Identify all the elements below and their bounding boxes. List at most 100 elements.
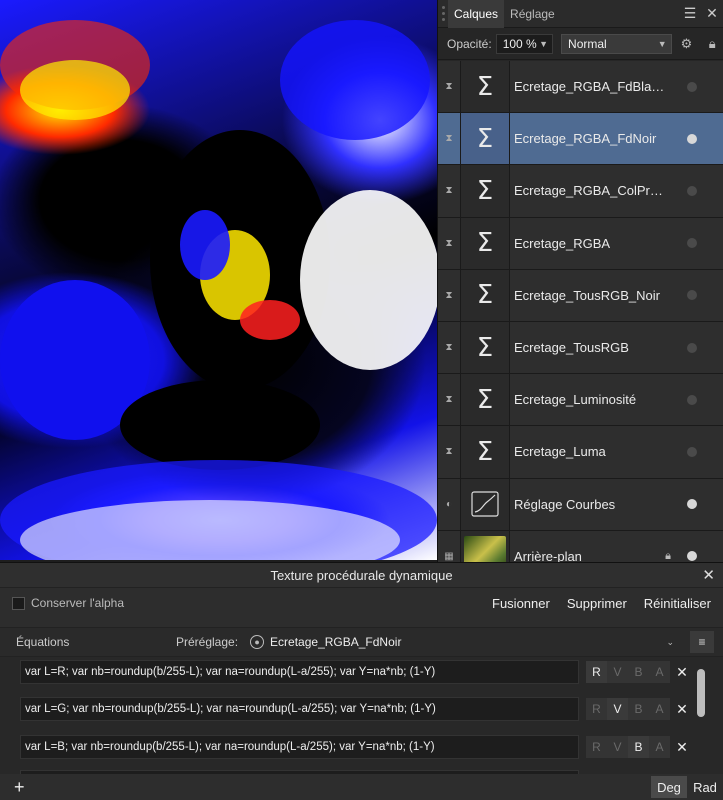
chevron-down-icon: ⌄ bbox=[666, 636, 675, 647]
radians-button[interactable]: Rad bbox=[687, 776, 723, 798]
add-equation-button[interactable]: + bbox=[14, 778, 25, 796]
preset-select[interactable]: ● Ecretage_RGBA_FdNoir ⌄ bbox=[244, 631, 681, 653]
opacity-label: Opacité: bbox=[447, 36, 492, 51]
layer-type-icon[interactable]: ⧗ bbox=[438, 113, 460, 164]
delete-equation-icon[interactable]: ✕ bbox=[672, 739, 692, 756]
layer-type-icon[interactable]: ◐ bbox=[438, 479, 460, 530]
visibility-toggle[interactable] bbox=[687, 81, 697, 92]
layer-row[interactable]: ⧗ Σ Ecretage_RGBA_FdBla… bbox=[438, 61, 723, 114]
delete-equation-icon[interactable]: ✕ bbox=[672, 664, 692, 681]
channel-toggle-a[interactable]: A bbox=[649, 661, 670, 683]
layer-thumbnail: Σ bbox=[460, 217, 510, 269]
curves-icon bbox=[471, 491, 499, 517]
channel-toggle-a[interactable]: A bbox=[649, 698, 670, 720]
layer-type-icon[interactable]: ⧗ bbox=[438, 426, 460, 477]
preserve-alpha-checkbox[interactable] bbox=[12, 596, 25, 610]
layer-row[interactable]: ⧗ Σ Ecretage_Luma bbox=[438, 426, 723, 479]
layer-row[interactable]: ⧗ Σ Ecretage_TousRGB bbox=[438, 321, 723, 375]
visibility-toggle[interactable] bbox=[687, 499, 697, 510]
preset-row: Équations Préréglage: ● Ecretage_RGBA_Fd… bbox=[0, 627, 723, 657]
hamburger-menu-icon[interactable]: ☰ bbox=[679, 0, 701, 28]
channel-toggle-r[interactable]: R bbox=[586, 698, 607, 720]
channel-toggle-v[interactable]: V bbox=[607, 661, 628, 683]
layer-row[interactable]: ⧗ Σ Ecretage_Luminosité bbox=[438, 374, 723, 427]
visibility-toggle[interactable] bbox=[687, 185, 697, 196]
equation-input[interactable]: var L=B; var nb=roundup(b/255-L); var na… bbox=[20, 735, 579, 759]
merge-button[interactable]: Fusionner bbox=[492, 596, 550, 611]
preset-label: Préréglage: bbox=[176, 635, 239, 649]
visibility-toggle[interactable] bbox=[687, 342, 697, 353]
degrees-button[interactable]: Deg bbox=[651, 776, 687, 798]
gear-icon[interactable]: ⚙ bbox=[676, 36, 698, 52]
visibility-toggle[interactable] bbox=[687, 238, 697, 249]
channel-toggle-b[interactable]: B bbox=[628, 736, 649, 758]
procedural-texture-dialog: Texture procédurale dynamique ✕ Conserve… bbox=[0, 562, 723, 800]
channel-toggle-a[interactable]: A bbox=[649, 736, 670, 758]
layer-type-icon[interactable]: ⧗ bbox=[438, 61, 460, 112]
tab-layers[interactable]: Calques bbox=[448, 0, 505, 28]
layer-row[interactable]: ⧗ Σ Ecretage_RGBA_ColPr… bbox=[438, 165, 723, 218]
channel-toggle-r[interactable]: R bbox=[586, 736, 607, 758]
layer-type-icon[interactable]: ⧗ bbox=[438, 270, 460, 321]
layer-type-icon[interactable]: ⧗ bbox=[438, 322, 460, 373]
layer-row[interactable]: ⧗ Σ Ecretage_RGBA_FdNoir bbox=[438, 113, 723, 166]
equation-row: var L=R; var nb=roundup(b/255-L); var na… bbox=[20, 660, 692, 684]
sigma-icon: Σ bbox=[476, 175, 494, 206]
lock-icon[interactable]: 🔒︎ bbox=[665, 550, 671, 562]
layer-row[interactable]: ▦ Arrière-plan 🔒︎ bbox=[438, 530, 723, 562]
layer-type-icon[interactable]: ⧗ bbox=[438, 165, 460, 216]
checkerboard-icon[interactable]: ▦ bbox=[438, 531, 460, 562]
document-canvas[interactable] bbox=[0, 0, 437, 560]
visibility-toggle[interactable] bbox=[687, 394, 697, 405]
layer-name: Ecretage_RGBA_FdNoir bbox=[514, 131, 657, 147]
lock-icon[interactable]: 🔒︎ bbox=[701, 36, 723, 52]
visibility-toggle[interactable] bbox=[687, 133, 697, 144]
channel-toggle-b[interactable]: B bbox=[628, 698, 649, 720]
visibility-toggle[interactable] bbox=[687, 551, 697, 562]
panel-grip-handle[interactable] bbox=[438, 0, 448, 28]
close-icon[interactable]: ✕ bbox=[702, 566, 715, 584]
tab-adjustments[interactable]: Réglage bbox=[504, 0, 561, 28]
layer-name: Ecretage_Luma bbox=[514, 444, 606, 460]
equation-input[interactable]: var L=R; var nb=roundup(b/255-L); var na… bbox=[20, 660, 579, 684]
channel-toggle-b[interactable]: B bbox=[628, 661, 649, 683]
chevron-down-icon[interactable]: ▼ bbox=[539, 39, 548, 49]
visibility-toggle[interactable] bbox=[687, 446, 697, 457]
layer-thumbnail: Σ bbox=[460, 374, 510, 426]
layer-name: Ecretage_RGBA_ColPr… bbox=[514, 183, 663, 199]
sigma-icon: Σ bbox=[476, 332, 494, 363]
user-icon: ● bbox=[250, 635, 265, 649]
layers-scrollbar[interactable] bbox=[715, 61, 723, 561]
layer-row[interactable]: ◐ Réglage Courbes bbox=[438, 478, 723, 531]
layer-row[interactable]: ⧗ Σ Ecretage_TousRGB_Noir bbox=[438, 269, 723, 322]
layer-thumbnail: Σ bbox=[460, 269, 510, 321]
layer-thumbnail: Σ bbox=[460, 61, 510, 113]
channel-toggle-v[interactable]: V bbox=[607, 736, 628, 758]
equation-input[interactable]: var L=G; var nb=roundup(b/255-L); var na… bbox=[20, 697, 579, 721]
visibility-toggle[interactable] bbox=[687, 290, 697, 301]
layer-name: Ecretage_RGBA bbox=[514, 235, 611, 251]
delete-button[interactable]: Supprimer bbox=[567, 596, 627, 611]
canvas-region bbox=[240, 300, 300, 340]
channel-toggle-v[interactable]: V bbox=[607, 698, 628, 720]
dialog-title-bar[interactable]: Texture procédurale dynamique ✕ bbox=[0, 563, 723, 588]
sigma-icon: Σ bbox=[476, 71, 494, 102]
delete-equation-icon[interactable]: ✕ bbox=[672, 701, 692, 718]
sigma-icon: Σ bbox=[476, 123, 494, 154]
opacity-field[interactable]: 100 % ▼ bbox=[495, 33, 554, 54]
reset-button[interactable]: Réinitialiser bbox=[644, 596, 711, 611]
channel-toggle-r[interactable]: R bbox=[586, 661, 607, 683]
layer-type-icon[interactable]: ⧗ bbox=[438, 374, 460, 425]
panel-close-icon[interactable]: ✕ bbox=[701, 0, 723, 28]
layer-list: ⧗ Σ Ecretage_RGBA_FdBla… ⧗ Σ Ecretage_RGBA_Fd… bbox=[438, 61, 723, 562]
canvas-region bbox=[120, 380, 320, 470]
equations-scrollbar[interactable] bbox=[697, 669, 705, 717]
preset-value: Ecretage_RGBA_FdNoir bbox=[270, 635, 402, 649]
layers-panel: Calques Réglage ☰ ✕ Opacité: 100 % ▼ Nor… bbox=[437, 0, 723, 562]
preset-menu-icon[interactable]: ≡ bbox=[690, 631, 715, 653]
canvas-region bbox=[280, 20, 430, 140]
equation-list: var L=R; var nb=roundup(b/255-L); var na… bbox=[0, 657, 723, 775]
layer-row[interactable]: ⧗ Σ Ecretage_RGBA bbox=[438, 217, 723, 270]
layer-type-icon[interactable]: ⧗ bbox=[438, 218, 460, 269]
blend-mode-select[interactable]: Normal ▼ bbox=[561, 33, 672, 54]
